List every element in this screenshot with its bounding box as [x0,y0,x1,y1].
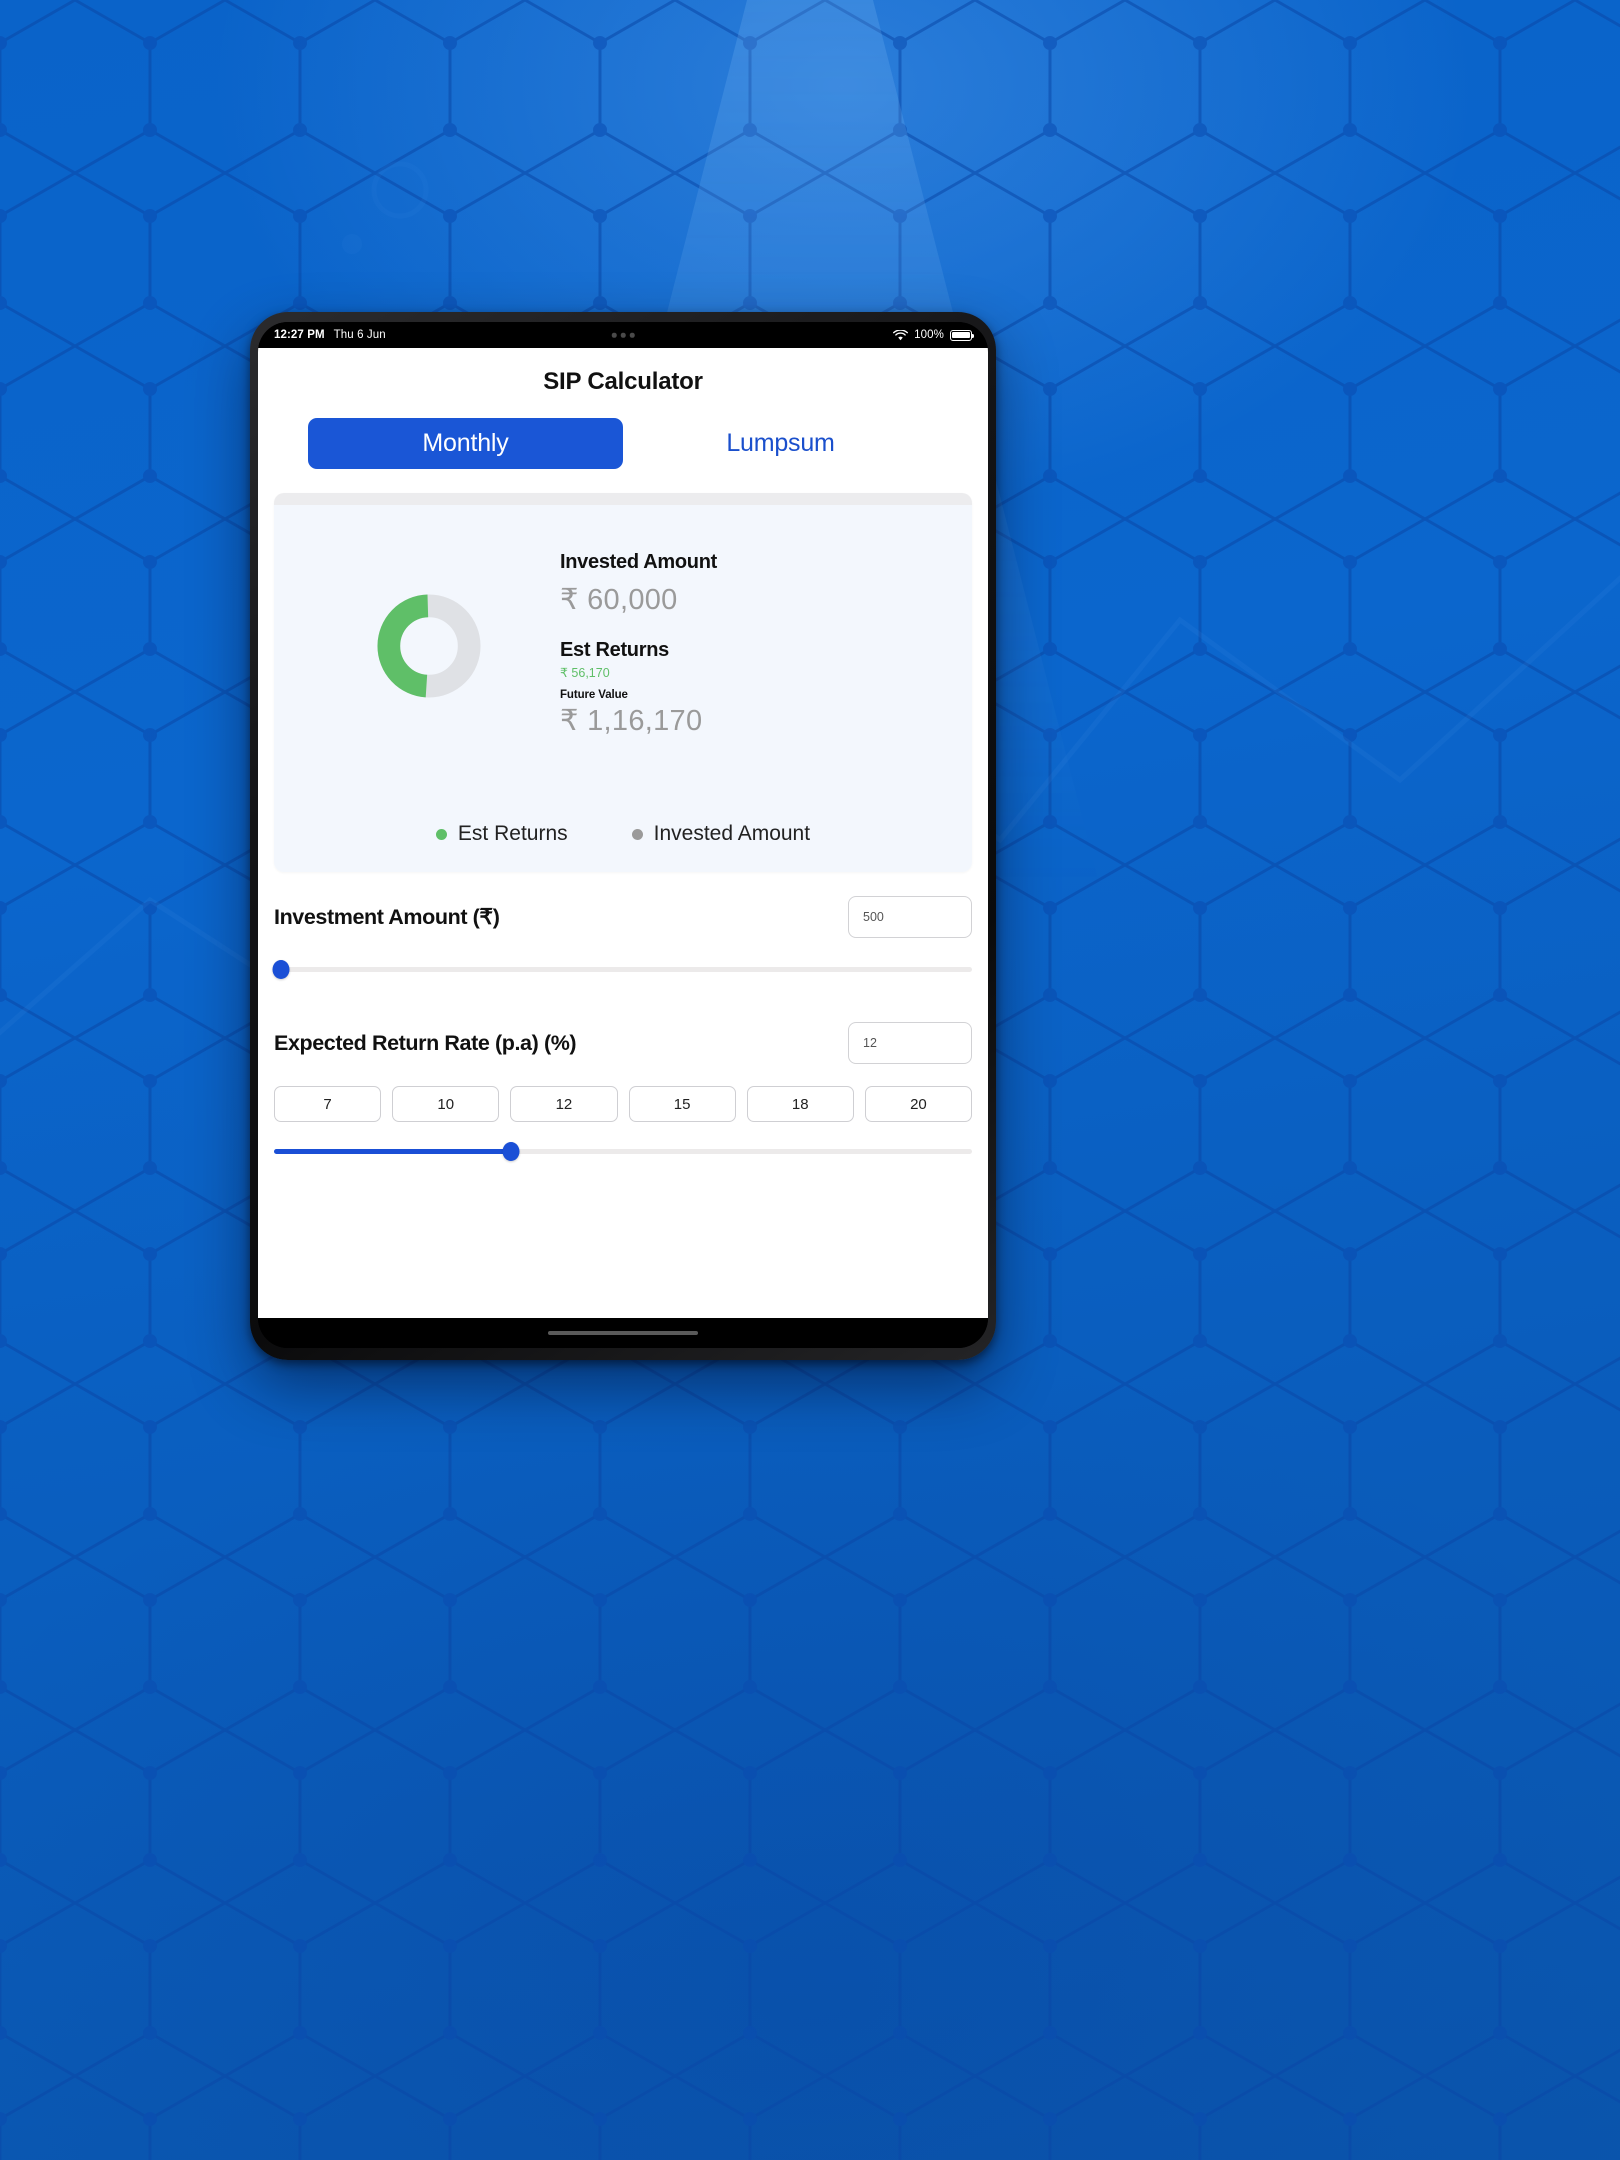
home-indicator-bar[interactable] [258,1318,988,1348]
chart-legend: Est Returns Invested Amount [298,822,948,846]
battery-percent-label: 100% [914,329,944,341]
return-rate-preset-12[interactable]: 12 [510,1086,618,1122]
page-title: SIP Calculator [543,368,703,395]
status-bar-left: 12:27 PM Thu 6 Jun [274,329,386,341]
legend-item-invested-amount: Invested Amount [631,822,811,846]
legend-dot-invested-amount [631,828,643,840]
camera-dots-icon [611,332,635,338]
controls-section: Investment Amount (₹) 500 Expected Retur… [258,872,988,1318]
tab-monthly[interactable]: Monthly [308,418,623,469]
future-value-amount: ₹ 1,16,170 [560,705,703,737]
figures-column: Invested Amount ₹ 60,000 Est Returns ₹ 5… [560,535,948,738]
investment-amount-slider[interactable] [272,956,972,982]
slider-track [274,966,972,972]
battery-full-icon [950,329,975,341]
home-indicator[interactable] [548,1331,698,1335]
card-top-row: Invested Amount ₹ 60,000 Est Returns ₹ 5… [298,535,948,738]
tablet-device-frame: 12:27 PM Thu 6 Jun 100% SIP Calculator M… [250,312,996,1360]
slider-thumb[interactable] [272,959,290,979]
tablet-screen: 12:27 PM Thu 6 Jun 100% SIP Calculator M… [258,322,988,1348]
investment-amount-label: Investment Amount (₹) [274,904,500,929]
mode-tabs: Monthly Lumpsum [258,418,988,469]
status-bar-right: 100% [893,329,975,341]
investment-amount-input[interactable]: 500 [848,896,972,938]
legend-label-est-returns: Est Returns [457,822,568,845]
return-rate-slider[interactable] [274,1138,972,1164]
wifi-icon [893,329,909,340]
return-rate-preset-15[interactable]: 15 [628,1086,736,1122]
donut-chart [377,594,481,698]
return-rate-preset-18[interactable]: 18 [746,1086,854,1122]
result-summary-card: Invested Amount ₹ 60,000 Est Returns ₹ 5… [274,493,972,872]
return-rate-preset-10[interactable]: 10 [392,1086,500,1122]
tab-lumpsum[interactable]: Lumpsum [623,418,938,469]
legend-dot-est-returns [435,828,447,840]
est-returns-label: Est Returns [560,639,669,661]
invested-amount-label: Invested Amount [560,551,717,573]
invested-amount-value: ₹ 60,000 [560,584,678,616]
legend-label-invested-amount: Invested Amount [653,822,811,845]
return-rate-preset-20[interactable]: 20 [864,1086,973,1122]
legend-item-est-returns: Est Returns [435,822,568,846]
future-value-label: Future Value [560,689,628,701]
investment-amount-row: Investment Amount (₹) 500 [274,872,972,938]
status-time: 12:27 PM [274,329,325,341]
est-returns-value: ₹ 56,170 [560,666,610,680]
slider-fill [274,1148,512,1154]
return-rate-input[interactable]: 12 [848,1022,972,1064]
slider-thumb[interactable] [502,1141,520,1161]
donut-chart-container [298,535,560,699]
status-bar: 12:27 PM Thu 6 Jun 100% [258,322,988,348]
return-rate-label: Expected Return Rate (p.a) (%) [274,1030,577,1055]
status-date: Thu 6 Jun [333,329,386,341]
sip-calculator-app: SIP Calculator Monthly Lumpsum Invested … [258,348,988,1318]
return-rate-row: Expected Return Rate (p.a) (%) 12 [274,982,972,1064]
return-rate-presets: 7 10 12 15 18 20 [274,1086,973,1122]
return-rate-preset-7[interactable]: 7 [274,1086,382,1122]
